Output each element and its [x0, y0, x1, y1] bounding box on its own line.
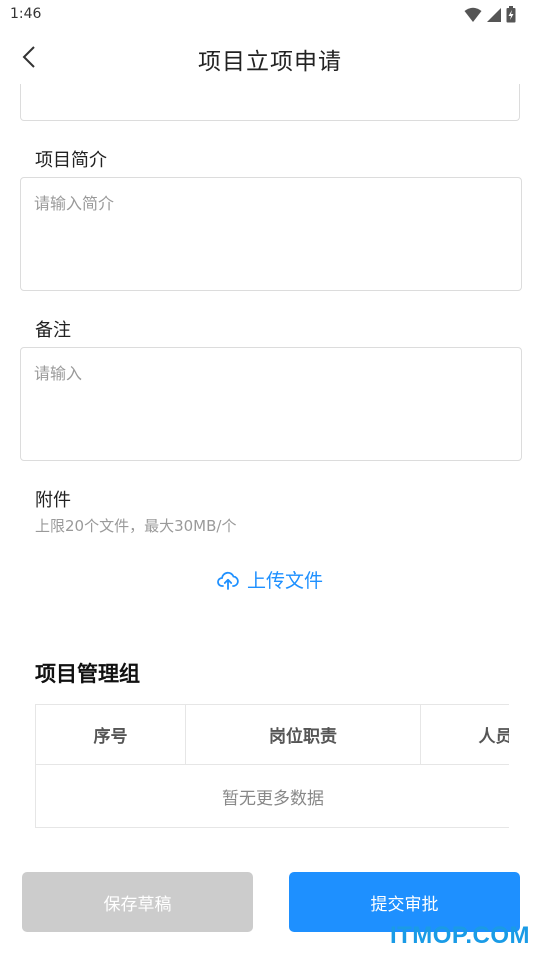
- upload-file-label: 上传文件: [246, 570, 323, 592]
- save-draft-button[interactable]: 保存草稿: [22, 872, 253, 932]
- page-title: 项目立项申请: [198, 49, 342, 75]
- battery-icon: [506, 6, 516, 23]
- remark-label: 备注: [35, 320, 71, 341]
- column-header-members: 人员: [421, 705, 510, 764]
- previous-field-input[interactable]: [20, 84, 520, 121]
- intro-label: 项目简介: [35, 150, 107, 171]
- team-table[interactable]: 序号 岗位职责 人员 暂无更多数据: [35, 704, 509, 828]
- column-header-index: 序号: [36, 705, 186, 764]
- attachment-hint: 上限20个文件，最大30MB/个: [35, 517, 237, 535]
- wifi-icon: [464, 7, 482, 22]
- status-icons: [464, 6, 516, 23]
- upload-file-button[interactable]: 上传文件: [0, 566, 540, 593]
- cellular-signal-icon: [487, 7, 501, 22]
- watermark-logo: ITMOP.COM: [389, 922, 530, 949]
- team-section-title: 项目管理组: [35, 662, 140, 686]
- status-time: 1:46: [10, 6, 42, 22]
- navigation-header: 项目立项申请: [0, 30, 540, 84]
- remark-textarea[interactable]: [20, 347, 522, 461]
- empty-state-text: 暂无更多数据: [222, 789, 324, 809]
- attachment-label: 附件: [35, 490, 71, 511]
- cloud-upload-icon: [217, 571, 239, 590]
- intro-textarea[interactable]: [20, 177, 522, 291]
- column-header-role: 岗位职责: [186, 705, 421, 764]
- team-table-header: 序号 岗位职责 人员: [36, 705, 509, 765]
- status-bar: 1:46: [0, 0, 540, 30]
